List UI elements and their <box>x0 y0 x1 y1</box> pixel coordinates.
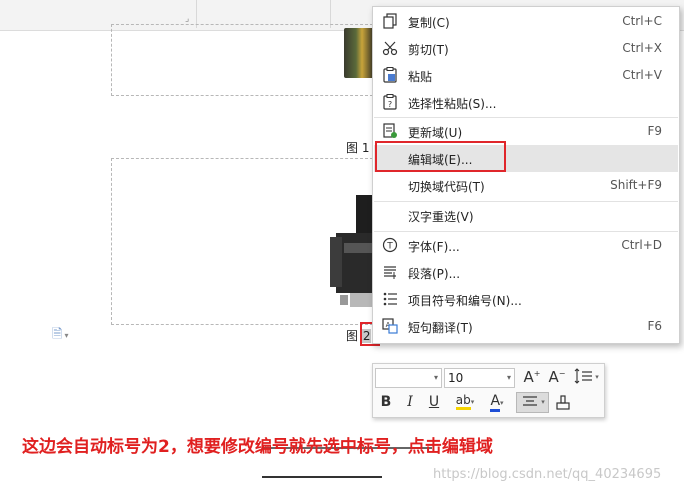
menu-item-hanzi-reselect[interactable]: 汉字重选(V) <box>374 202 678 229</box>
edit-field-highlight-box <box>375 141 506 172</box>
menu-item-label: 汉字重选(V) <box>408 210 474 224</box>
menu-item-paragraph[interactable]: 段落(P)... <box>374 259 678 286</box>
figure-2-image <box>330 195 378 307</box>
menu-item-shortcut: F9 <box>647 124 662 138</box>
menu-item-font[interactable]: T 字体(F)... Ctrl+D <box>374 232 678 259</box>
menu-item-copy[interactable]: 复制(C) Ctrl+C <box>374 8 678 35</box>
font-color-label: A <box>490 393 501 412</box>
menu-item-label: 段落(P)... <box>408 267 461 281</box>
context-menu[interactable]: 复制(C) Ctrl+C 剪切(T) Ctrl+X 粘贴 Ctrl+V ? 选择… <box>372 6 680 344</box>
annotation-note: 这边会自动标号为2，想要修改编号就先选中标号，点击编辑域 <box>22 437 493 457</box>
underline-label: U <box>428 394 440 410</box>
italic-label: I <box>407 394 413 410</box>
document-icon[interactable]: 🗎 ▾ <box>52 325 68 347</box>
menu-item-sentence-translate[interactable]: A 短句翻译(T) F6 <box>374 313 678 340</box>
svg-text:?: ? <box>388 100 392 109</box>
align-center-button[interactable]: ▾ <box>516 392 549 413</box>
figure-1-frame[interactable] <box>111 24 373 96</box>
menu-item-label: 剪切(T) <box>408 43 449 57</box>
font-icon: T <box>382 237 398 253</box>
highlight-button[interactable]: ab▾ <box>449 393 481 410</box>
menu-item-label: 复制(C) <box>408 16 450 30</box>
menu-item-label: 选择性粘贴(S)... <box>408 97 497 111</box>
line-spacing-icon: ▾ <box>574 368 599 384</box>
font-size-combobox[interactable]: 10 ▾ <box>444 368 515 388</box>
menu-item-label: 切换域代码(T) <box>408 180 485 194</box>
svg-text:T: T <box>386 242 393 252</box>
chevron-down-icon[interactable]: ▾ <box>434 373 438 382</box>
font-size-value: 10 <box>448 371 464 385</box>
plus-icon: + <box>533 369 541 378</box>
menu-item-label: 更新域(U) <box>408 126 463 140</box>
line-spacing-button[interactable]: ▾ <box>571 368 601 388</box>
menu-item-paste-special[interactable]: ? 选择性粘贴(S)... <box>374 89 678 116</box>
menu-item-shortcut: F6 <box>647 319 662 333</box>
paste-icon <box>383 67 397 83</box>
menu-item-shortcut: Shift+F9 <box>610 178 662 192</box>
bullets-icon <box>383 292 397 306</box>
annotation-underline <box>262 476 382 478</box>
paste-special-icon: ? <box>383 94 397 110</box>
paragraph-icon <box>384 266 396 279</box>
figure-1-image <box>344 28 374 78</box>
mini-format-toolbar[interactable]: ▾ 10 ▾ A+ A− ▾ B I U ab▾ A▾ ▾ <box>372 363 605 418</box>
shrink-font-button[interactable]: A− <box>547 368 567 388</box>
svg-text:▾: ▾ <box>541 398 545 406</box>
scissors-icon <box>382 41 398 56</box>
chevron-down-icon[interactable]: ▾ <box>64 331 68 340</box>
menu-item-label: 短句翻译(T) <box>408 321 473 335</box>
grow-font-label: A <box>523 368 534 386</box>
menu-item-shortcut: Ctrl+C <box>622 14 662 28</box>
font-color-button[interactable]: A▾ <box>485 393 509 412</box>
update-field-icon <box>383 123 397 138</box>
menu-item-label: 项目符号和编号(N)... <box>408 294 522 308</box>
menu-item-label: 粘贴 <box>408 70 433 84</box>
underline-button[interactable]: U <box>425 394 443 410</box>
highlight-label: ab <box>455 393 471 410</box>
menu-item-shortcut: Ctrl+X <box>622 41 662 55</box>
menu-item-shortcut: Ctrl+V <box>622 68 662 82</box>
watermark: https://blog.csdn.net/qq_40234695 <box>433 467 662 482</box>
align-center-icon: ▾ <box>522 396 545 406</box>
font-name-combobox[interactable]: ▾ <box>375 368 442 388</box>
format-painter-icon <box>556 395 570 410</box>
grow-font-button[interactable]: A+ <box>522 368 542 388</box>
minus-icon: − <box>558 369 566 378</box>
copy-icon <box>383 13 397 29</box>
chevron-down-icon[interactable]: ▾ <box>471 398 475 406</box>
menu-item-cut[interactable]: 剪切(T) Ctrl+X <box>374 35 678 62</box>
chevron-down-icon[interactable]: ▾ <box>507 373 511 382</box>
shrink-font-label: A <box>548 368 559 386</box>
italic-button[interactable]: I <box>401 394 419 410</box>
figure-1-caption-text: 图 1 <box>346 141 370 155</box>
bold-label: B <box>380 394 392 410</box>
menu-item-label: 字体(F)... <box>408 240 460 254</box>
figure-1-caption: 图 1 <box>346 139 369 156</box>
menu-item-toggle-field-codes[interactable]: 切换域代码(T) Shift+F9 <box>374 172 678 199</box>
format-painter-button[interactable] <box>553 394 573 416</box>
menu-item-bullets-numbering[interactable]: 项目符号和编号(N)... <box>374 286 678 313</box>
dialog-launcher-icon[interactable]: ⌟ <box>185 14 189 24</box>
menu-item-shortcut: Ctrl+D <box>621 238 662 252</box>
translate-icon: A <box>382 318 398 334</box>
svg-text:▾: ▾ <box>595 373 599 381</box>
bold-button[interactable]: B <box>377 394 395 410</box>
chevron-down-icon[interactable]: ▾ <box>500 399 504 407</box>
menu-item-paste[interactable]: 粘贴 Ctrl+V <box>374 62 678 89</box>
